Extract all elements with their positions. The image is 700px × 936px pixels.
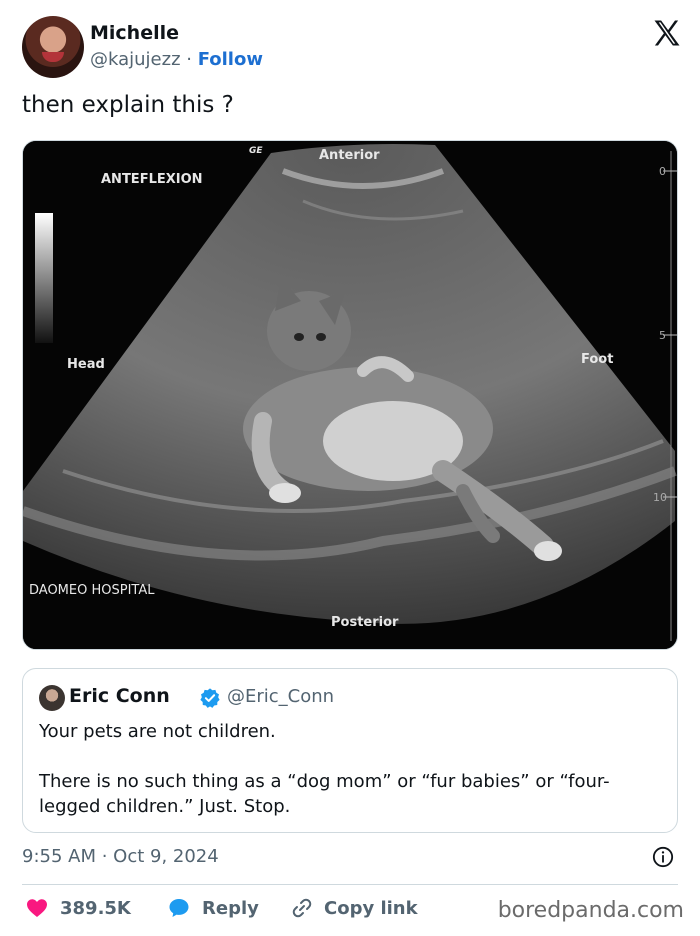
x-logo-icon[interactable] bbox=[652, 18, 682, 48]
info-icon[interactable] bbox=[652, 846, 674, 868]
us-label-ge: GE bbox=[249, 146, 263, 156]
reply-button[interactable]: Reply bbox=[166, 896, 259, 920]
us-label-anterior: Anterior bbox=[319, 148, 380, 163]
reply-bubble-icon bbox=[169, 899, 189, 917]
divider bbox=[22, 884, 678, 885]
like-count: 389.5K bbox=[60, 897, 131, 919]
verified-badge-icon bbox=[200, 688, 220, 708]
quote-line-1: Your pets are not children. bbox=[39, 721, 276, 742]
tweet-media-ultrasound[interactable]: GE Anterior ANTEFLEXION Head Foot DAOMEO… bbox=[22, 140, 678, 650]
quote-author-avatar bbox=[39, 685, 65, 711]
quote-author-handle: @Eric_Conn bbox=[227, 686, 335, 707]
ultrasound-image bbox=[23, 141, 677, 649]
reply-label: Reply bbox=[202, 897, 259, 919]
quoted-tweet[interactable]: Eric Conn @Eric_Conn Your pets are not c… bbox=[22, 668, 678, 833]
author-handle-line: @kajujezz · Follow bbox=[90, 49, 263, 70]
quote-text: Your pets are not children. There is no … bbox=[39, 719, 659, 819]
us-scale-0: 0 bbox=[659, 165, 666, 178]
quote-line-2: There is no such thing as a “dog mom” or… bbox=[39, 771, 610, 817]
us-scale-10: 10 bbox=[653, 491, 667, 504]
boredpanda-watermark: boredpanda.com bbox=[497, 898, 684, 923]
tweet-header: Michelle @kajujezz · Follow bbox=[22, 16, 682, 78]
follow-button[interactable]: Follow bbox=[198, 49, 263, 70]
handle-separator: · bbox=[180, 49, 198, 70]
like-button[interactable]: 389.5K bbox=[24, 896, 131, 920]
heart-icon bbox=[27, 899, 47, 917]
us-label-hospital: DAOMEO HOSPITAL bbox=[29, 583, 155, 598]
us-label-posterior: Posterior bbox=[331, 615, 399, 630]
us-label-anteflexion: ANTEFLEXION bbox=[101, 172, 203, 187]
us-label-head: Head bbox=[67, 357, 105, 372]
link-icon bbox=[292, 898, 312, 918]
author-avatar[interactable] bbox=[22, 16, 84, 78]
us-scale-5: 5 bbox=[659, 329, 666, 342]
quote-author-name: Eric Conn bbox=[69, 685, 170, 707]
copy-link-button[interactable]: Copy link bbox=[290, 896, 418, 920]
author-name[interactable]: Michelle bbox=[90, 22, 179, 44]
copy-link-label: Copy link bbox=[324, 897, 418, 919]
author-handle[interactable]: @kajujezz bbox=[90, 49, 181, 70]
tweet-timestamp[interactable]: 9:55 AM · Oct 9, 2024 bbox=[22, 846, 219, 867]
us-label-foot: Foot bbox=[581, 352, 614, 367]
tweet-text: then explain this ? bbox=[22, 92, 234, 118]
grayscale-bar bbox=[35, 213, 53, 343]
